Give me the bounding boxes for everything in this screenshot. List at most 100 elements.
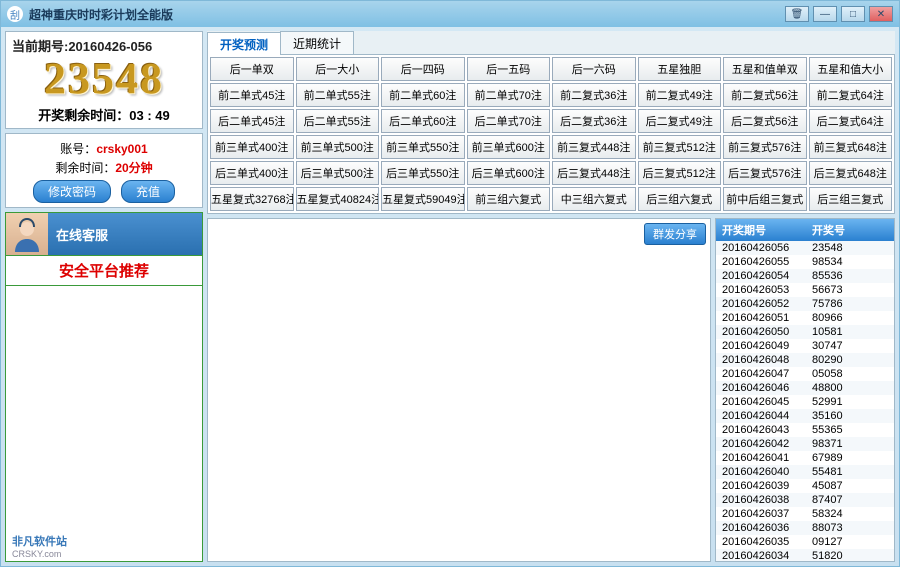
bet-type-button[interactable]: 后三组六复式 (638, 187, 722, 211)
promo-box: 在线客服 安全平台推荐 非凡软件站 CRSKY.com (5, 212, 203, 562)
bet-type-button[interactable]: 前二复式49注 (638, 83, 722, 107)
bet-type-button[interactable]: 前三单式600注 (467, 135, 551, 159)
bet-type-button[interactable]: 后二复式49注 (638, 109, 722, 133)
group-share-button[interactable]: 群发分享 (644, 223, 706, 245)
bet-type-button[interactable]: 后二单式55注 (296, 109, 380, 133)
history-row[interactable]: 2016042603688073 (716, 521, 894, 535)
cs-avatar-icon (6, 213, 48, 255)
account-value: crsky001 (96, 142, 147, 156)
remaining-line: 剩余时间：20分钟 (10, 159, 198, 176)
tabs: 开奖预测 近期统计 (207, 31, 895, 55)
history-row[interactable]: 2016042604880290 (716, 353, 894, 367)
bet-type-button[interactable]: 后三复式448注 (552, 161, 636, 185)
maximize-button[interactable]: □ (841, 6, 865, 22)
history-row[interactable]: 2016042604705058 (716, 367, 894, 381)
history-row[interactable]: 2016042604298371 (716, 437, 894, 451)
period-label: 当前期号:20160426-056 (12, 36, 196, 55)
titlebar[interactable]: 刮 超神重庆时时彩计划全能版 🗑 — □ ✕ (1, 1, 899, 27)
history-row[interactable]: 2016042603945087 (716, 479, 894, 493)
bet-type-button[interactable]: 后二单式45注 (210, 109, 294, 133)
history-row[interactable]: 2016042605598534 (716, 255, 894, 269)
bet-type-button[interactable]: 后一单双 (210, 57, 294, 81)
bet-type-button[interactable]: 前二复式56注 (723, 83, 807, 107)
bet-type-button[interactable]: 五星复式59049注 (381, 187, 465, 211)
bet-type-button[interactable]: 前中后组三复式 (723, 187, 807, 211)
minimize-button[interactable]: — (813, 6, 837, 22)
bet-type-button[interactable]: 后一四码 (381, 57, 465, 81)
history-row[interactable]: 2016042603451820 (716, 549, 894, 561)
history-row[interactable]: 2016042603887407 (716, 493, 894, 507)
bet-type-button[interactable]: 后三单式550注 (381, 161, 465, 185)
current-period-box: 当前期号:20160426-056 23548 开奖剩余时间：03 : 49 (5, 31, 203, 129)
bet-type-button[interactable]: 中三组六复式 (552, 187, 636, 211)
history-row[interactable]: 2016042603509127 (716, 535, 894, 549)
bet-type-button[interactable]: 后三组三复式 (809, 187, 893, 211)
history-row[interactable]: 2016042604648800 (716, 381, 894, 395)
close-button[interactable]: ✕ (869, 6, 893, 22)
bet-type-button[interactable]: 前三单式400注 (210, 135, 294, 159)
history-row[interactable]: 2016042604552991 (716, 395, 894, 409)
history-row[interactable]: 2016042604930747 (716, 339, 894, 353)
trash-button[interactable]: 🗑 (785, 6, 809, 22)
window-title: 超神重庆时时彩计划全能版 (29, 6, 785, 23)
bet-type-button[interactable]: 前二复式64注 (809, 83, 893, 107)
bet-type-button[interactable]: 五星独胆 (638, 57, 722, 81)
bet-type-button[interactable]: 后三复式576注 (723, 161, 807, 185)
bet-type-button[interactable]: 前三单式550注 (381, 135, 465, 159)
bet-type-button[interactable]: 后二单式60注 (381, 109, 465, 133)
winning-number: 23548 (12, 55, 196, 103)
bet-type-button[interactable]: 前二单式55注 (296, 83, 380, 107)
bet-type-button[interactable]: 后二单式70注 (467, 109, 551, 133)
bet-type-button[interactable]: 五星和值大小 (809, 57, 893, 81)
modify-password-button[interactable]: 修改密码 (33, 180, 111, 203)
history-body[interactable]: 2016042605623548201604260559853420160426… (716, 241, 894, 561)
history-row[interactable]: 2016042605356673 (716, 283, 894, 297)
history-row[interactable]: 2016042605275786 (716, 297, 894, 311)
bet-type-button[interactable]: 后一大小 (296, 57, 380, 81)
safe-platform-title: 安全平台推荐 (6, 255, 202, 286)
recharge-button[interactable]: 充值 (121, 180, 175, 203)
bet-type-button[interactable]: 后三单式500注 (296, 161, 380, 185)
bet-type-button[interactable]: 前二单式60注 (381, 83, 465, 107)
history-row[interactable]: 2016042603758324 (716, 507, 894, 521)
bet-type-button[interactable]: 后一五码 (467, 57, 551, 81)
bet-type-button[interactable]: 前二单式45注 (210, 83, 294, 107)
bet-type-button[interactable]: 五星和值单双 (723, 57, 807, 81)
bet-type-button[interactable]: 五星复式40824注 (296, 187, 380, 211)
bet-type-button[interactable]: 后三单式600注 (467, 161, 551, 185)
bet-type-button[interactable]: 前三复式576注 (723, 135, 807, 159)
bet-type-button[interactable]: 后二复式64注 (809, 109, 893, 133)
history-row[interactable]: 2016042604167989 (716, 451, 894, 465)
history-row[interactable]: 2016042605010581 (716, 325, 894, 339)
bet-type-button[interactable]: 五星复式32768注 (210, 187, 294, 211)
history-row[interactable]: 2016042604355365 (716, 423, 894, 437)
tab-statistics[interactable]: 近期统计 (280, 31, 354, 54)
history-row[interactable]: 2016042605485536 (716, 269, 894, 283)
bet-type-button[interactable]: 后二复式36注 (552, 109, 636, 133)
tab-prediction[interactable]: 开奖预测 (207, 32, 281, 55)
history-row[interactable]: 2016042605180966 (716, 311, 894, 325)
bet-type-button[interactable]: 前三复式448注 (552, 135, 636, 159)
content-area: 当前期号:20160426-056 23548 开奖剩余时间：03 : 49 账… (1, 27, 899, 566)
bet-type-button[interactable]: 前三组六复式 (467, 187, 551, 211)
bet-type-button[interactable]: 前三单式500注 (296, 135, 380, 159)
bet-type-button[interactable]: 后三复式648注 (809, 161, 893, 185)
bet-type-button[interactable]: 后一六码 (552, 57, 636, 81)
bet-type-button[interactable]: 后二复式56注 (723, 109, 807, 133)
history-row[interactable]: 2016042605623548 (716, 241, 894, 255)
right-panel: 开奖预测 近期统计 后一单双后一大小后一四码后一五码后一六码五星独胆五星和值单双… (207, 31, 895, 562)
bet-type-button[interactable]: 前三复式648注 (809, 135, 893, 159)
bet-type-button[interactable]: 后三单式400注 (210, 161, 294, 185)
bet-type-button[interactable]: 前二复式36注 (552, 83, 636, 107)
customer-service-banner[interactable]: 在线客服 (6, 213, 202, 255)
bet-type-button[interactable]: 后三复式512注 (638, 161, 722, 185)
bet-type-button[interactable]: 前三复式512注 (638, 135, 722, 159)
account-line: 账号：crsky001 (10, 140, 198, 157)
history-row[interactable]: 2016042604435160 (716, 409, 894, 423)
account-box: 账号：crsky001 剩余时间：20分钟 修改密码 充值 (5, 133, 203, 208)
promo-body (6, 286, 202, 521)
bet-type-button[interactable]: 前二单式70注 (467, 83, 551, 107)
history-panel: 开奖期号 开奖号 2016042605623548201604260559853… (715, 218, 895, 562)
countdown-value: 03 : 49 (129, 108, 169, 123)
history-row[interactable]: 2016042604055481 (716, 465, 894, 479)
